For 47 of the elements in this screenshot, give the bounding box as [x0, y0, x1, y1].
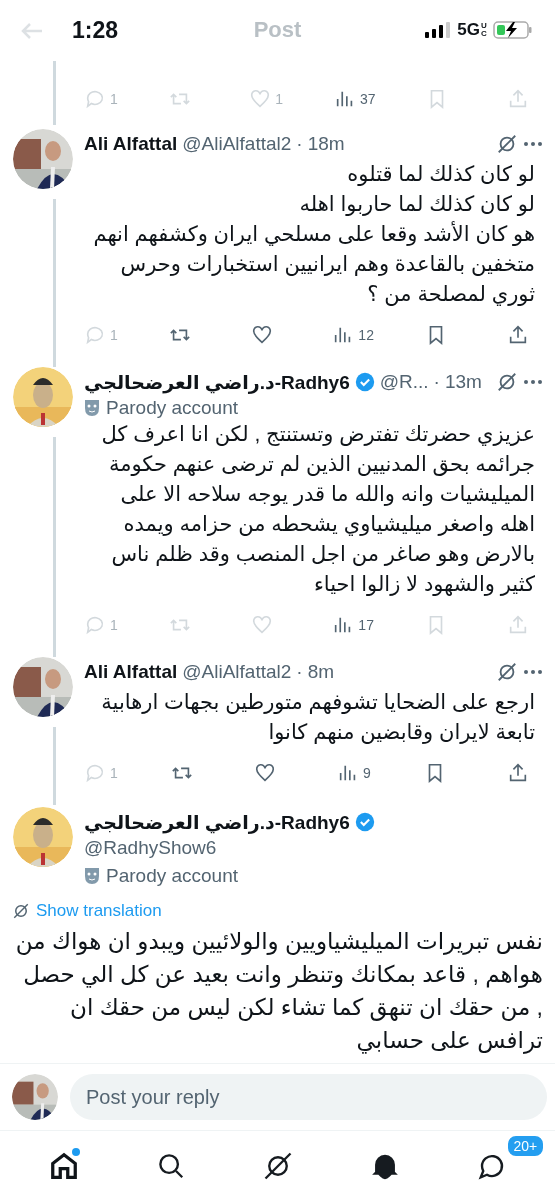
post-text: نفس تبريرات الميليشياويين والولائيين ويبدو ان هواك من هواهم , قاعد بمكانك وتنظر وانت بعيد عن كل الي حصل , من حقك ان تنهق كما تشاء لكن ليس من حقك ان ترافس على حسابي — [14, 927, 544, 1056]
reply-text: ارجع على الضحايا تشوفهم متورطين بجهات ارهابية تابعة لايران وقابضين منهم كانوا — [100, 689, 536, 746]
mask-icon — [84, 867, 100, 886]
separator-dot: · — [433, 371, 440, 394]
author-handle[interactable]: @AliAlfattal2 — [182, 133, 292, 156]
author-handle[interactable]: @RadhyShow6 — [84, 837, 543, 860]
author-name[interactable]: Ali Alfattal — [84, 661, 178, 684]
reply-text: لو كان كذلك لما قتلوه لو كان كذلك لما حاربوا اهله هو كان الأشد وقعا على مسلحي ايران وكشفهم انهم متخفين بالقاعدة وهم ايرانيين استخبارات وحرس ثوري لمصلحة من ؟ — [92, 161, 536, 308]
author-handle[interactable]: @AliAlfattal2 — [182, 661, 292, 684]
verified-icon — [354, 372, 375, 393]
more-icon[interactable] — [523, 379, 543, 386]
message-badge: 20+ — [505, 1133, 546, 1158]
separator-dot: · — [296, 133, 303, 156]
signal-icon — [425, 22, 452, 39]
reply-field[interactable]: Post your reply — [70, 1074, 547, 1121]
parody-label: Parody account — [106, 397, 239, 420]
post-time: 8m — [307, 661, 335, 684]
more-icon[interactable] — [523, 141, 543, 148]
post-time: 13m — [444, 371, 482, 394]
parody-label: Parody account — [106, 865, 239, 888]
mask-icon — [84, 399, 100, 418]
verified-icon — [354, 812, 375, 833]
action-count: 12 — [358, 327, 374, 344]
status-time: 1:28 — [72, 16, 119, 44]
home-icon[interactable] — [48, 1150, 79, 1181]
separator-dot: · — [296, 661, 303, 684]
grok-icon[interactable] — [12, 902, 30, 921]
author-handle[interactable]: @R... — [379, 371, 429, 394]
author-name[interactable]: د.راضي العرضحالجي-Radhy6 — [84, 370, 350, 394]
action-count: 37 — [359, 91, 376, 108]
action-count: 17 — [358, 617, 374, 634]
action-count: 9 — [363, 765, 371, 782]
reply-text: عزيزي حضرتك تفترض وتستنتج , لكن انا اعرف كل جرائمه بحق المدنيين الذين لم ترضى عنهم حكومة الميليشيات وانه والله ما قدر يوجه سلاحه الا على اهله واصغر ميليشياوي يشحطه من حزامه ويمده بالارض وهو صاغر من اجل المنصب وقد ظلم ناس كثير والشهود لا زالوا احياء — [100, 421, 536, 598]
more-icon[interactable] — [523, 669, 543, 676]
grok-icon[interactable] — [496, 133, 518, 156]
action-count: 1 — [275, 91, 284, 108]
page-title: Post — [253, 17, 302, 44]
action-count: 1 — [110, 765, 118, 782]
grok-icon[interactable] — [262, 1150, 293, 1181]
post-time: 18m — [307, 133, 345, 156]
grok-icon[interactable] — [496, 371, 518, 394]
action-count: 1 — [110, 91, 118, 108]
grok-icon[interactable] — [496, 661, 518, 684]
action-count: 1 — [110, 327, 118, 344]
author-name[interactable]: Ali Alfattal — [84, 133, 178, 156]
author-name[interactable]: د.راضي العرضحالجي-Radhy6 — [84, 810, 350, 834]
action-count: 1 — [110, 617, 118, 634]
